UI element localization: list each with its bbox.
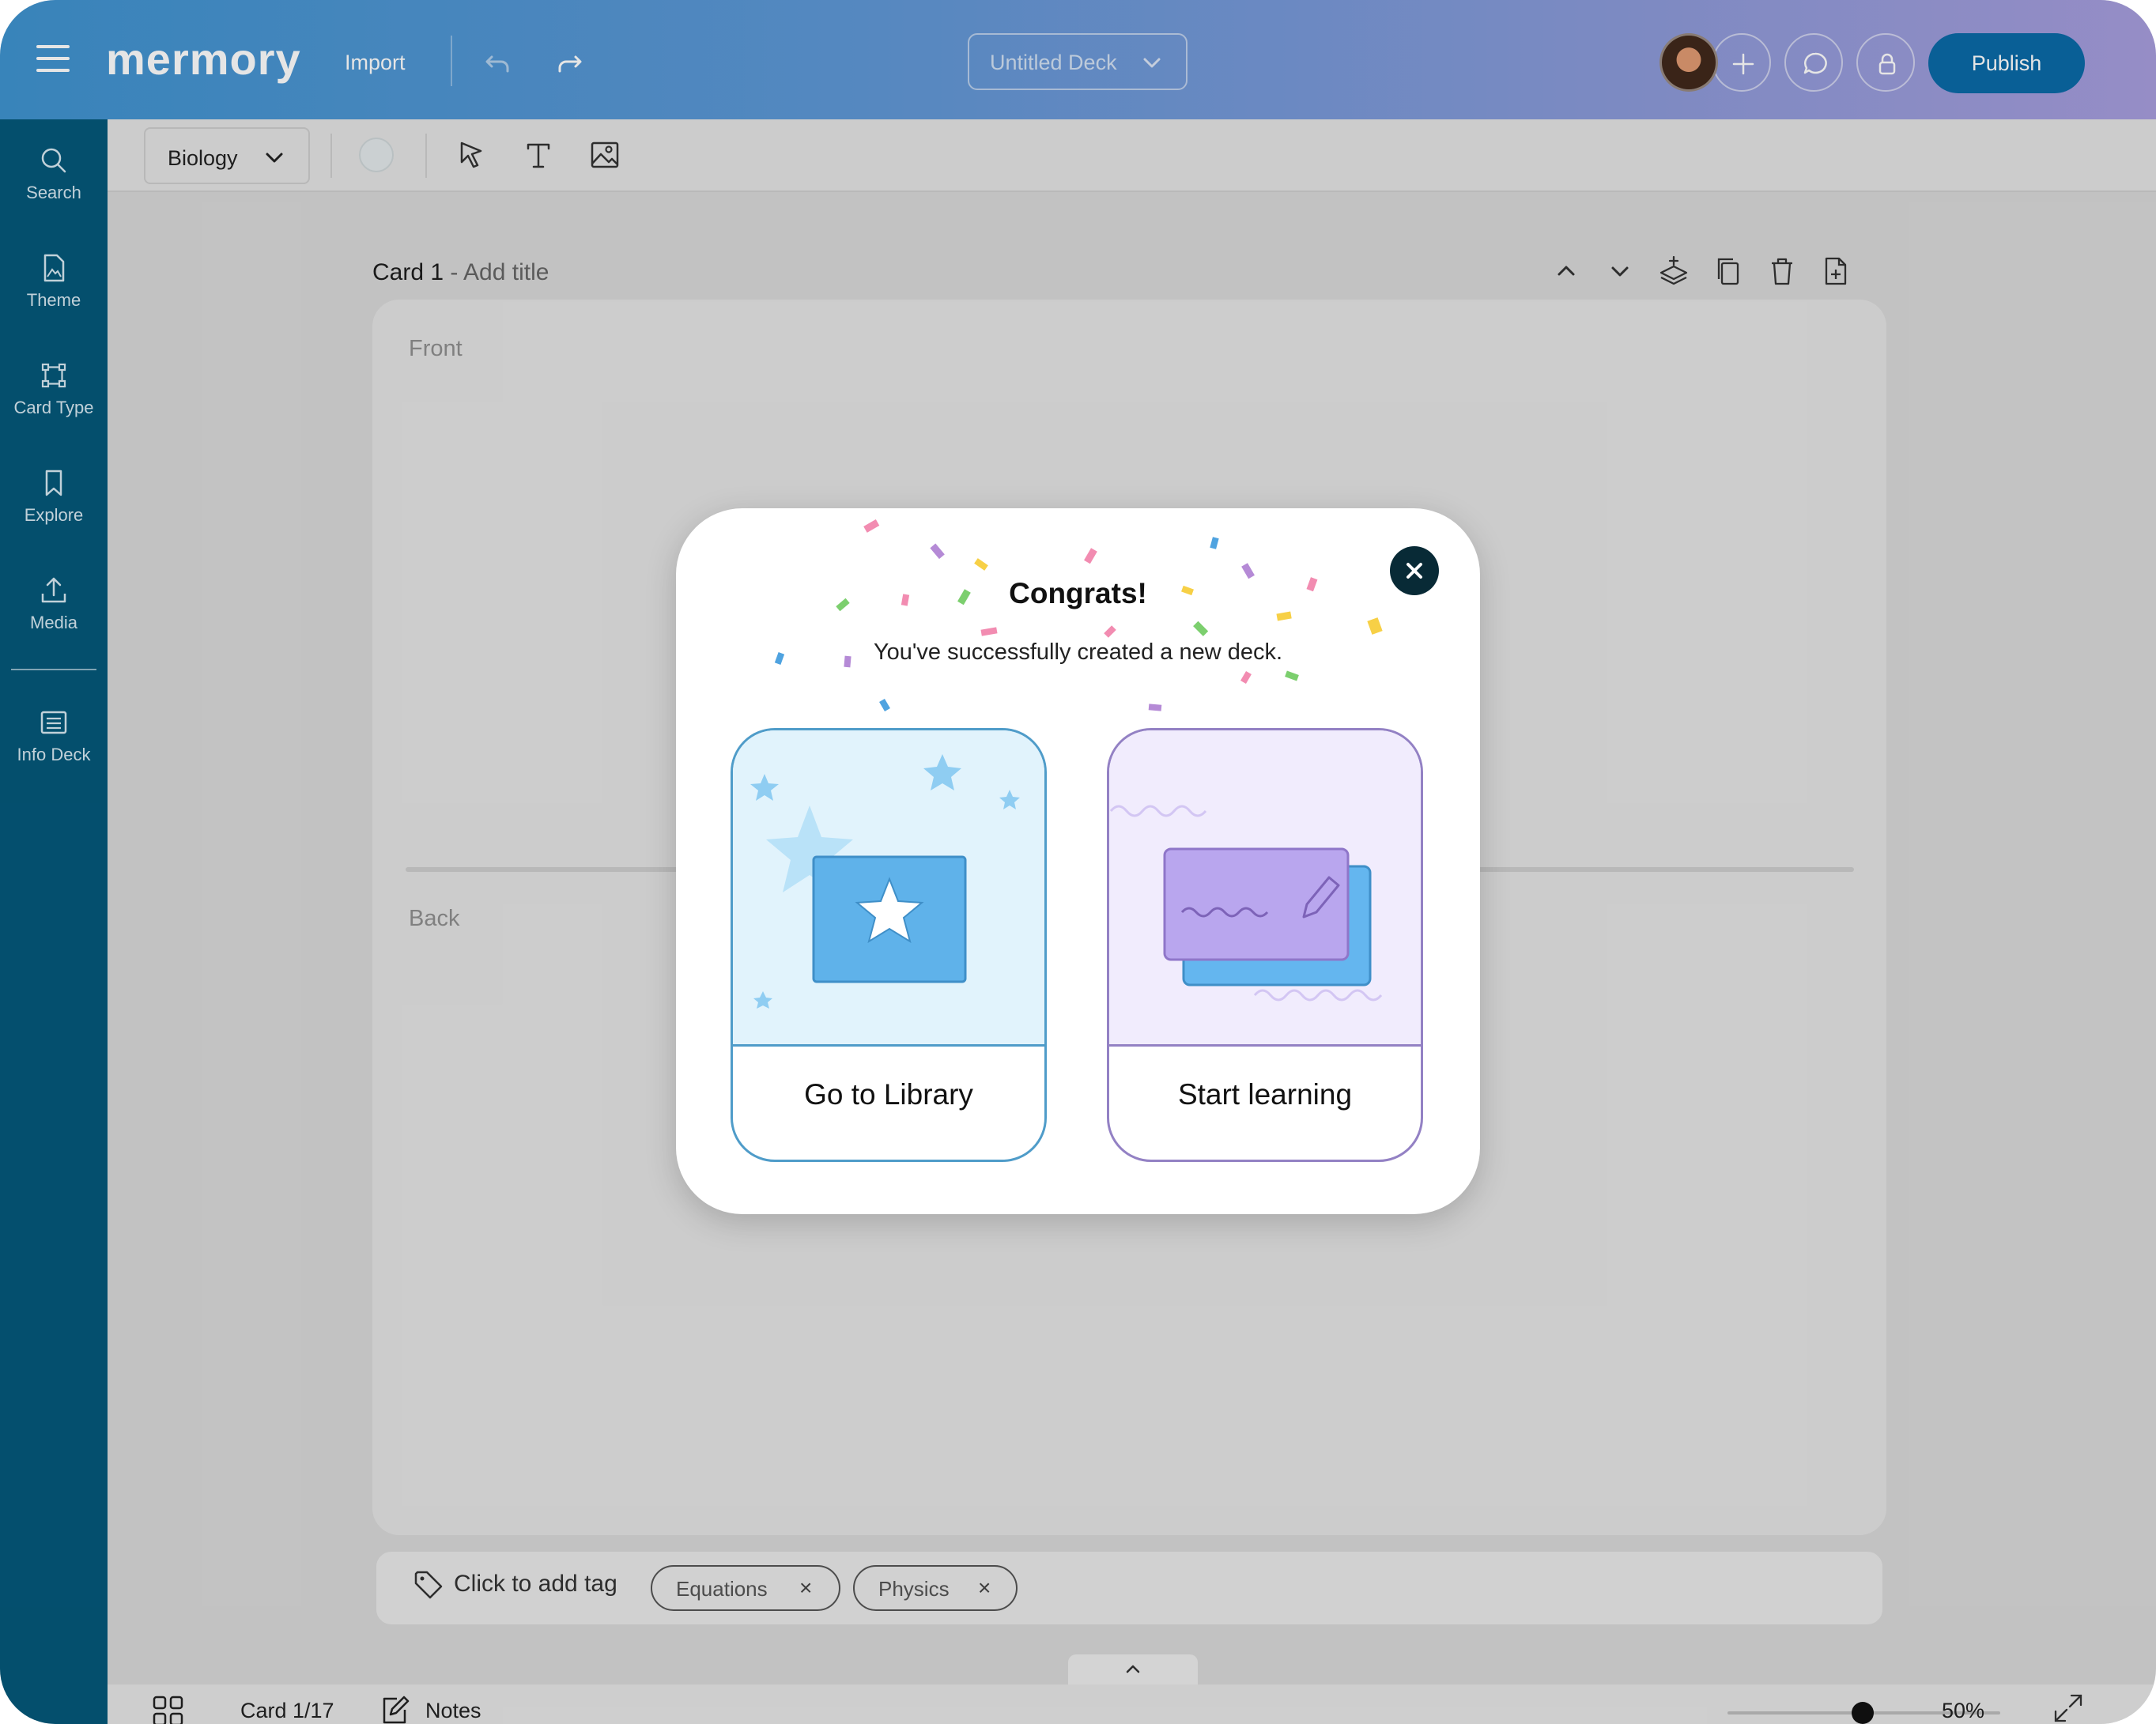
library-illustration bbox=[733, 730, 1044, 1047]
confetti-decoration bbox=[774, 519, 1383, 712]
close-icon bbox=[1406, 563, 1422, 579]
start-learning-label: Start learning bbox=[1177, 1078, 1353, 1111]
user-avatar[interactable] bbox=[1659, 33, 1718, 92]
star-folder-icon bbox=[750, 754, 1020, 1009]
dialog-message: You've successfully created a new deck. bbox=[873, 639, 1283, 665]
dialog-title: Congrats! bbox=[1009, 577, 1147, 609]
flashcards-pencil-icon bbox=[1109, 805, 1383, 1002]
close-dialog-button[interactable] bbox=[1390, 546, 1439, 595]
congrats-dialog: Congrats! You've successfully created a … bbox=[676, 508, 1480, 1214]
go-to-library-label: Go to Library bbox=[804, 1078, 973, 1111]
start-learning-card[interactable]: Start learning bbox=[1107, 728, 1423, 1162]
app-window: mermory Import Untitled Deck Publish Sea… bbox=[0, 0, 2156, 1724]
learning-illustration bbox=[1109, 730, 1421, 1047]
go-to-library-card[interactable]: Go to Library bbox=[731, 728, 1047, 1162]
